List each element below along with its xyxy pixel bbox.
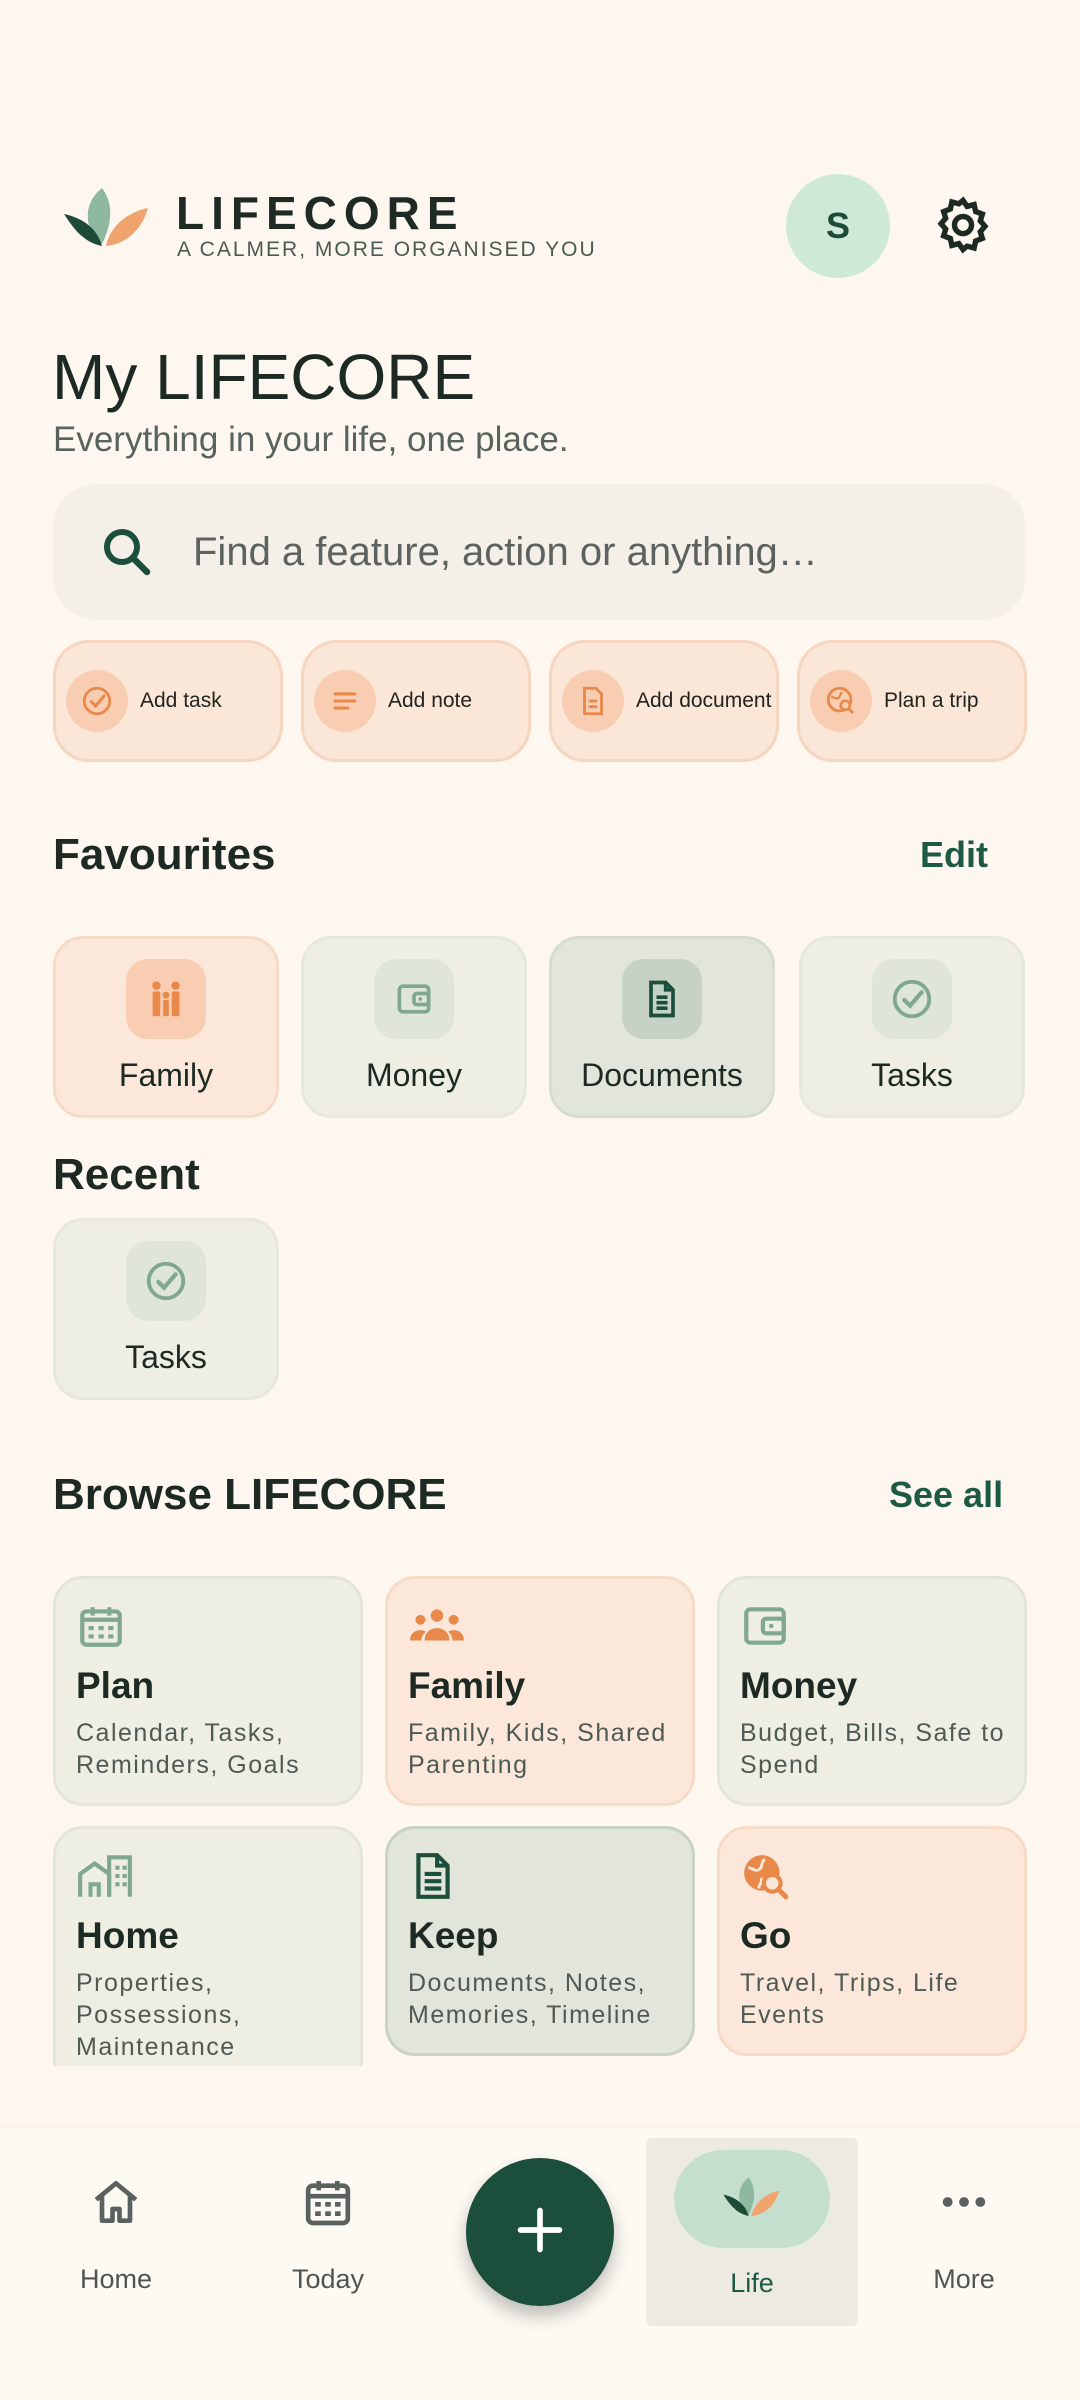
favourite-label: Documents <box>581 1057 743 1093</box>
quick-action-add-document[interactable]: Add document <box>549 640 779 762</box>
favourites-edit-button[interactable]: Edit <box>920 834 988 876</box>
search-bar[interactable]: Find a feature, action or anything… <box>53 484 1026 620</box>
check-circle-icon <box>126 1241 206 1321</box>
people-icon <box>408 1601 464 1651</box>
card-title: Keep <box>408 1915 499 1956</box>
quick-action-label: Add task <box>140 689 222 712</box>
document-icon <box>622 959 702 1039</box>
leaf-logo-icon <box>722 2172 782 2228</box>
card-title: Money <box>740 1665 858 1706</box>
card-title: Home <box>76 1915 179 1956</box>
wallet-icon <box>740 1601 790 1651</box>
quick-action-add-task[interactable]: Add task <box>53 640 283 762</box>
recent-label: Tasks <box>125 1339 207 1375</box>
check-circle-icon <box>872 959 952 1039</box>
card-description: Travel, Trips, Life Events <box>740 1969 960 2029</box>
nav-label: Today <box>291 2264 365 2294</box>
recent-tasks[interactable]: Tasks <box>53 1218 279 1400</box>
card-title: Plan <box>76 1665 155 1706</box>
page-title: My LIFECORE <box>52 341 476 413</box>
document-icon <box>408 1851 458 1901</box>
calendar-icon <box>76 1601 126 1651</box>
quick-action-label: Plan a trip <box>884 689 979 712</box>
browse-card-go[interactable]: Go Travel, Trips, Life Events <box>717 1826 1027 2056</box>
browse-card-money[interactable]: Money Budget, Bills, Safe to Spend <box>717 1576 1027 1806</box>
quick-action-plan-trip[interactable]: Plan a trip <box>797 640 1027 762</box>
see-all-button[interactable]: See all <box>889 1474 1003 1516</box>
document-icon <box>562 670 624 732</box>
quick-action-label: Add note <box>388 689 473 712</box>
wallet-icon <box>374 959 454 1039</box>
browse-card-family[interactable]: Family Family, Kids, Shared Parenting <box>385 1576 695 1806</box>
favourite-money[interactable]: Money <box>301 936 527 1118</box>
recent-title: Recent <box>53 1150 200 1199</box>
lifecore-logo <box>62 180 152 264</box>
more-dots-icon <box>936 2174 992 2230</box>
calendar-icon <box>300 2174 356 2230</box>
nav-today[interactable]: Today <box>253 2166 403 2326</box>
favourites-title: Favourites <box>53 830 276 879</box>
note-lines-icon <box>314 670 376 732</box>
browse-card-keep[interactable]: Keep Documents, Notes, Memories, Timelin… <box>385 1826 695 2056</box>
favourite-family[interactable]: Family <box>53 936 279 1118</box>
favourite-documents[interactable]: Documents <box>549 936 775 1118</box>
favourite-label: Family <box>118 1057 214 1093</box>
quick-action-add-note[interactable]: Add note <box>301 640 531 762</box>
search-input[interactable]: Find a feature, action or anything… <box>193 530 818 575</box>
plus-icon <box>514 2204 566 2261</box>
card-description: Documents, Notes, Memories, Timeline <box>408 1969 652 2029</box>
globe-search-icon <box>810 670 872 732</box>
nav-more[interactable]: More <box>889 2166 1039 2326</box>
browse-card-plan[interactable]: Plan Calendar, Tasks, Reminders, Goals <box>53 1576 363 1806</box>
house-icon <box>88 2174 144 2230</box>
card-description: Properties, Possessions, Maintenance <box>76 1969 242 2061</box>
gear-icon[interactable] <box>932 194 994 256</box>
nav-label: Life <box>730 2268 774 2298</box>
add-fab-button[interactable] <box>466 2158 614 2306</box>
page-subtitle: Everything in your life, one place. <box>53 420 569 459</box>
browse-card-home[interactable]: Home Properties, Possessions, Maintenanc… <box>53 1826 363 2066</box>
card-title: Family <box>408 1665 526 1706</box>
brand-tagline: A CALMER, MORE ORGANISED YOU <box>177 238 597 261</box>
nav-label: Home <box>79 2264 153 2294</box>
browse-title: Browse LIFECORE <box>53 1470 447 1519</box>
card-description: Budget, Bills, Safe to Spend <box>740 1719 1006 1779</box>
check-circle-icon <box>66 670 128 732</box>
favourite-label: Money <box>365 1057 463 1093</box>
buildings-icon <box>76 1851 132 1901</box>
favourite-tasks[interactable]: Tasks <box>799 936 1025 1118</box>
brand-name: LIFECORE <box>176 187 465 239</box>
nav-label: More <box>933 2264 995 2294</box>
globe-search-icon <box>740 1851 790 1901</box>
favourite-label: Tasks <box>871 1057 953 1093</box>
search-icon <box>97 522 157 582</box>
nav-home[interactable]: Home <box>41 2166 191 2326</box>
family-icon <box>126 959 206 1039</box>
card-description: Family, Kids, Shared Parenting <box>408 1719 667 1779</box>
card-title: Go <box>740 1915 792 1956</box>
quick-action-label: Add document <box>636 689 772 712</box>
avatar[interactable]: S <box>786 174 890 278</box>
card-description: Calendar, Tasks, Reminders, Goals <box>76 1719 301 1779</box>
